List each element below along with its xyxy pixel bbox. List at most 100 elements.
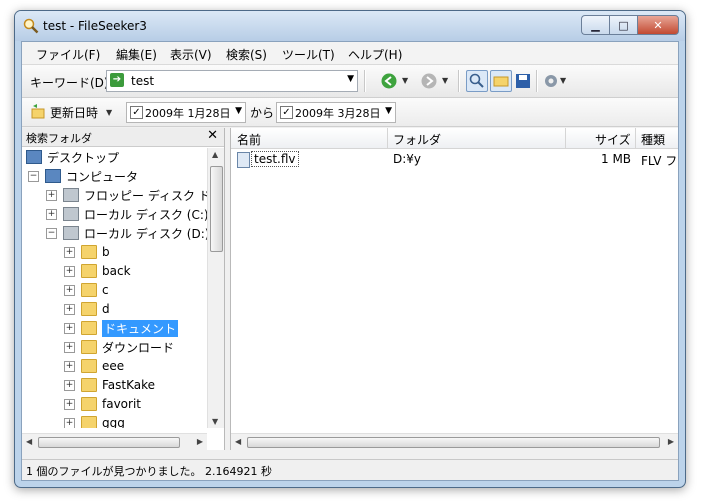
expand-icon[interactable]: + <box>64 360 75 372</box>
tree-item-label: ggg <box>102 416 125 428</box>
tree-item[interactable]: − ローカル ディスク (D:) <box>46 224 207 242</box>
desktop-icon <box>26 150 42 164</box>
menu-bar: ファイル(F) 編集(E) 表示(V) 検索(S) ツール(T) ヘルプ(H) <box>22 42 678 65</box>
menu-edit[interactable]: 編集(E) <box>116 46 157 63</box>
open-folder-button[interactable] <box>490 70 512 92</box>
tree-item[interactable]: デスクトップ <box>26 148 119 166</box>
tree-vertical-scrollbar[interactable]: ▲ ▼ <box>207 148 224 428</box>
sort-dropdown-icon[interactable]: ▼ <box>106 108 112 117</box>
tree-item[interactable]: − コンピュータ <box>28 167 138 185</box>
result-folder: D:¥y <box>393 152 422 166</box>
tree-item[interactable]: + FastKake <box>64 376 155 394</box>
tree-item[interactable]: + b <box>64 243 110 261</box>
date-from-checkbox[interactable]: ✓ <box>130 106 143 119</box>
flv-file-icon <box>237 152 250 168</box>
menu-help[interactable]: ヘルプ(H) <box>348 46 402 63</box>
chevron-down-icon[interactable]: ▼ <box>385 106 392 116</box>
keyword-combo[interactable]: ➔ test ▼ <box>106 70 358 92</box>
minimize-button[interactable]: ▁ <box>581 15 609 35</box>
search-button[interactable] <box>466 70 488 92</box>
scroll-thumb[interactable] <box>38 437 180 448</box>
column-divider[interactable] <box>387 128 388 148</box>
forward-icon[interactable] <box>420 72 438 90</box>
drive-icon <box>63 207 79 221</box>
expand-icon[interactable]: + <box>64 303 75 315</box>
tree-item-label: c <box>102 283 109 297</box>
column-divider[interactable] <box>635 128 636 148</box>
tree-item-label: ローカル ディスク (C:) <box>84 207 207 222</box>
back-dropdown-icon[interactable]: ▼ <box>402 76 408 85</box>
menu-file[interactable]: ファイル(F) <box>36 46 100 63</box>
scroll-left-icon[interactable]: ◀ <box>235 437 241 446</box>
scroll-left-icon[interactable]: ◀ <box>26 437 32 446</box>
collapse-icon[interactable]: − <box>28 170 39 182</box>
tree-horizontal-scrollbar[interactable]: ◀ ▶ <box>22 433 207 450</box>
result-file-name[interactable]: test.flv <box>251 151 299 167</box>
result-row[interactable]: test.flv D:¥y 1 MB FLV フ <box>231 150 678 168</box>
expand-icon[interactable]: + <box>64 284 75 296</box>
title-bar[interactable]: test - FileSeeker3 ▁ □ ✕ <box>15 11 685 41</box>
column-divider[interactable] <box>565 128 566 148</box>
tree-item[interactable]: + favorit <box>64 395 141 413</box>
date-to-combo[interactable]: ✓ 2009年 3月28日 ▼ <box>276 102 396 123</box>
gear-icon[interactable] <box>542 72 560 90</box>
scroll-up-icon[interactable]: ▲ <box>212 150 218 159</box>
scroll-thumb[interactable] <box>247 437 660 448</box>
window-title: test - FileSeeker3 <box>43 19 147 33</box>
folder-tree-pane: 検索フォルダ ✕ デスクトップ−コンピュータ+フロッピー ディスク ドラ+ローカ… <box>22 128 225 450</box>
menu-search[interactable]: 検索(S) <box>226 46 267 63</box>
date-to-checkbox[interactable]: ✓ <box>280 106 293 119</box>
chevron-down-icon[interactable]: ▼ <box>235 106 242 116</box>
sort-label[interactable]: 更新日時 <box>50 104 98 121</box>
tree-item[interactable]: + ローカル ディスク (C:) <box>46 205 207 223</box>
scroll-down-icon[interactable]: ▼ <box>212 417 218 426</box>
tree-item[interactable]: + フロッピー ディスク ドラ <box>46 186 207 204</box>
expand-icon[interactable]: + <box>64 246 75 258</box>
menu-view[interactable]: 表示(V) <box>170 46 212 63</box>
drive-icon <box>63 226 79 240</box>
expand-icon[interactable]: + <box>46 208 57 220</box>
menu-tools[interactable]: ツール(T) <box>282 46 335 63</box>
scroll-thumb[interactable] <box>210 166 223 252</box>
maximize-button[interactable]: □ <box>609 15 637 35</box>
chevron-down-icon[interactable]: ▼ <box>347 74 354 84</box>
expand-icon[interactable]: + <box>64 322 75 334</box>
expand-icon[interactable]: + <box>64 398 75 410</box>
results-horizontal-scrollbar[interactable]: ◀ ▶ <box>231 433 678 450</box>
tree-item-label: ローカル ディスク (D:) <box>84 226 207 241</box>
column-folder[interactable]: フォルダ <box>393 131 441 148</box>
scroll-right-icon[interactable]: ▶ <box>197 437 203 446</box>
collapse-icon[interactable]: − <box>46 227 57 239</box>
tree-item[interactable]: + back <box>64 262 131 280</box>
tree-item[interactable]: + d <box>64 300 110 318</box>
expand-icon[interactable]: + <box>64 341 75 353</box>
expand-icon[interactable]: + <box>46 189 57 201</box>
date-from-combo[interactable]: ✓ 2009年 1月28日 ▼ <box>126 102 246 123</box>
tree-item[interactable]: + ggg <box>64 414 125 428</box>
search-toolbar: キーワード(D) ➔ test ▼ ▼ ▼ ▼ <box>22 65 678 98</box>
tree-item[interactable]: + ドキュメント <box>64 319 179 337</box>
column-size[interactable]: サイズ <box>595 131 631 148</box>
close-pane-icon[interactable]: ✕ <box>207 128 218 143</box>
keyword-input[interactable]: test <box>131 74 154 88</box>
back-icon[interactable] <box>380 72 398 90</box>
documents-icon <box>81 321 97 335</box>
expand-icon[interactable]: + <box>64 265 75 277</box>
column-type[interactable]: 種類 <box>641 131 665 148</box>
toolbar-separator <box>458 70 460 92</box>
close-button[interactable]: ✕ <box>637 15 679 35</box>
forward-dropdown-icon[interactable]: ▼ <box>442 76 448 85</box>
keyword-label: キーワード(D) <box>30 76 109 90</box>
expand-icon[interactable]: + <box>64 379 75 391</box>
tree-item[interactable]: + ダウンロード <box>64 338 174 356</box>
expand-icon[interactable]: + <box>64 417 75 428</box>
tree-item[interactable]: + c <box>64 281 109 299</box>
tree-item-label: favorit <box>102 397 141 411</box>
folder-icon <box>81 378 97 392</box>
settings-dropdown-icon[interactable]: ▼ <box>560 76 566 85</box>
save-icon[interactable] <box>514 72 532 90</box>
tree-item[interactable]: + eee <box>64 357 124 375</box>
column-name[interactable]: 名前 <box>237 131 261 148</box>
floppy-icon <box>63 188 79 202</box>
scroll-right-icon[interactable]: ▶ <box>668 437 674 446</box>
